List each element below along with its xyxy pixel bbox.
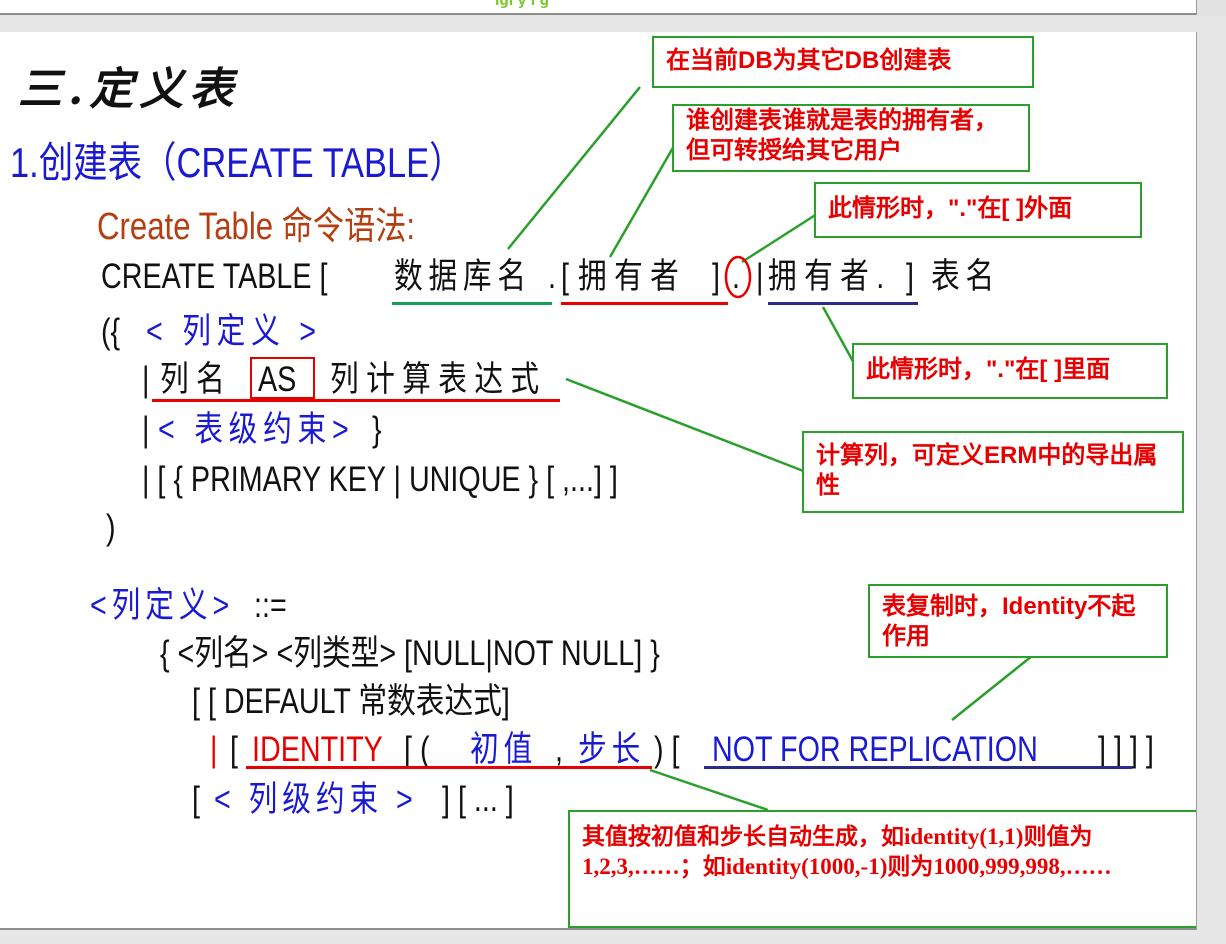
bracket-open: [ xyxy=(561,257,569,296)
slide: 三.定义表 1.创建表（CREATE TABLE） Create Table 命… xyxy=(0,32,1197,930)
connector-other-db xyxy=(507,86,641,250)
nfr-underline xyxy=(704,766,1132,769)
callout-identity-copy: 表复制时，Identity不起作用 xyxy=(868,584,1168,658)
not-for-replication: NOT FOR REPLICATION xyxy=(712,730,1038,769)
callout-dot-outside: 此情形时，"."在[ ]外面 xyxy=(814,182,1142,238)
identity-close: ] ] ] ] xyxy=(1098,730,1154,769)
dot-1: . xyxy=(548,257,556,296)
section-title: 三.定义表 xyxy=(18,64,240,115)
computed-expr: 列计算表达式 xyxy=(330,360,547,399)
col-constraint-rest: ] [ ... ] xyxy=(442,780,514,819)
create-table-prefix: CREATE TABLE [ xyxy=(101,257,328,296)
top-bar-inner: igi y i g xyxy=(0,0,1197,15)
owner-1: 拥有者 xyxy=(578,257,687,296)
syntax-label: Create Table 命令语法: xyxy=(97,206,416,248)
owner-underline xyxy=(561,302,728,305)
identity-seed: 初值 xyxy=(470,730,538,769)
connector-dot-outside xyxy=(741,210,821,264)
def-line-2: [ [ DEFAULT 常数表达式] xyxy=(192,682,510,721)
connector-identity-copy xyxy=(951,655,1033,721)
callout-identity-note: 其值按初值和步长自动生成，如identity(1,1)则值为1,2,3,……；如… xyxy=(568,810,1196,928)
table-constraint-ref: < 表级约束> xyxy=(158,410,355,449)
identity-keyword: IDENTITY xyxy=(252,730,383,769)
col-name: 列名 xyxy=(160,360,233,399)
callout-dot-inside: 此情形时，"."在[ ]里面 xyxy=(852,343,1168,399)
table-name: 表名 xyxy=(931,257,1000,296)
bar-3: | xyxy=(142,410,150,449)
callout-owner: 谁创建表谁就是表的拥有者，但可转授给其它用户 xyxy=(672,104,1030,172)
open-paren-brace: ({ xyxy=(101,312,121,351)
identity-step: 步长 xyxy=(578,730,646,769)
connector-identity-note xyxy=(649,768,769,812)
bar-2: | xyxy=(142,360,150,399)
identity-open: [ xyxy=(230,730,238,769)
identity-comma: , xyxy=(555,730,563,769)
col-constraint-open: [ xyxy=(192,780,200,819)
identity-underline xyxy=(246,766,652,769)
assign-op: ::= xyxy=(254,586,287,625)
close-brace: } xyxy=(372,410,382,449)
identity-paren-open: [ ( xyxy=(404,730,430,769)
header-tagline: igi y i g xyxy=(495,0,550,9)
col-def-heading: <列定义> xyxy=(90,586,235,625)
connector-owner xyxy=(608,138,680,258)
col-constraint-ref: < 列级约束 > xyxy=(214,780,418,819)
connector-computed xyxy=(565,377,807,474)
def-line-1: { <列名> <列类型> [NULL|NOT NULL] } xyxy=(160,634,660,673)
bracket-close-2: ] xyxy=(906,257,914,296)
bracket-close: ] xyxy=(712,257,720,296)
owner-2: 拥有者. xyxy=(768,257,892,296)
db-name: 数据库名 xyxy=(394,257,532,296)
subtitle: 1.创建表（CREATE TABLE） xyxy=(10,139,464,186)
db-name-underline xyxy=(392,302,552,305)
identity-bar: | xyxy=(210,730,218,769)
computed-underline xyxy=(152,399,560,402)
owner2-underline xyxy=(768,302,918,305)
column-def-ref: < 列定义 > xyxy=(146,312,322,351)
dot-2: . xyxy=(732,257,740,296)
bar-1: | xyxy=(756,257,764,296)
close-paren: ) xyxy=(106,508,116,547)
top-bar: igi y i g xyxy=(0,0,1226,16)
primary-unique-line: | [ { PRIMARY KEY | UNIQUE } [ ,...] ] xyxy=(142,460,618,499)
callout-computed: 计算列，可定义ERM中的导出属性 xyxy=(802,431,1184,513)
callout-create-other-db: 在当前DB为其它DB创建表 xyxy=(652,36,1034,88)
identity-paren-close: ) [ xyxy=(654,730,680,769)
as-highlight-box xyxy=(250,357,315,399)
